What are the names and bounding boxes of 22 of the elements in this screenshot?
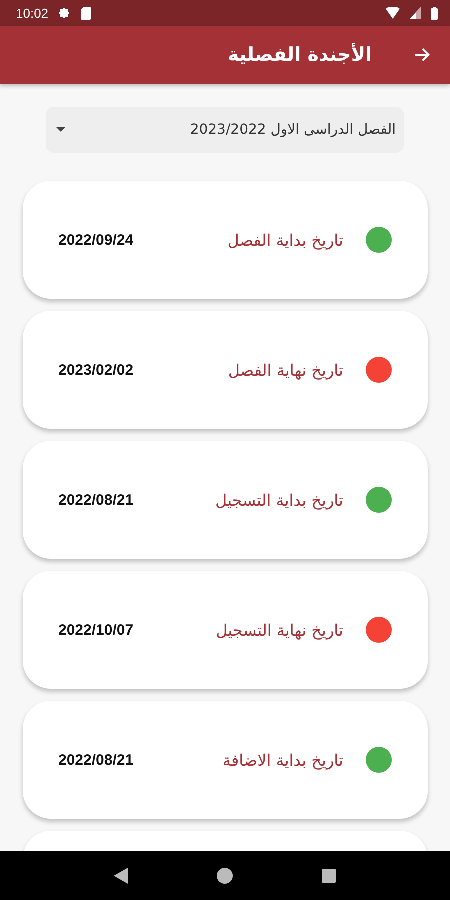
- signal-icon: [410, 7, 421, 19]
- semester-dropdown[interactable]: الفصل الدراسى الاول 2023/2022: [46, 107, 404, 153]
- event-label: تاريخ بداية الاضافة: [222, 750, 344, 770]
- home-nav-icon[interactable]: [216, 868, 233, 884]
- event-label: تاريخ نهاية الفصل: [228, 360, 344, 380]
- wifi-icon: [386, 7, 400, 19]
- settings-icon: [58, 7, 71, 19]
- event-date: 2023/02/02: [58, 362, 134, 378]
- recents-nav-icon[interactable]: [322, 868, 336, 882]
- event-date: 2022/08/21: [58, 492, 134, 508]
- clock: 10:02: [16, 6, 49, 20]
- event-date: 2022/09/24: [58, 232, 134, 248]
- event-date: 2022/10/07: [58, 622, 134, 638]
- battery-icon: [431, 6, 438, 20]
- screen-title: الأجندة الفصلية: [228, 44, 372, 66]
- dropdown-caret-icon: [56, 127, 66, 133]
- event-label: تاريخ بداية الفصل: [228, 230, 344, 250]
- event-label: تاريخ نهاية التسجيل: [216, 620, 344, 640]
- sd-card-icon: [80, 6, 91, 20]
- event-date: 2022/08/21: [58, 752, 134, 768]
- event-label: تاريخ بداية التسجيل: [215, 490, 344, 510]
- back-nav-icon[interactable]: [114, 868, 128, 884]
